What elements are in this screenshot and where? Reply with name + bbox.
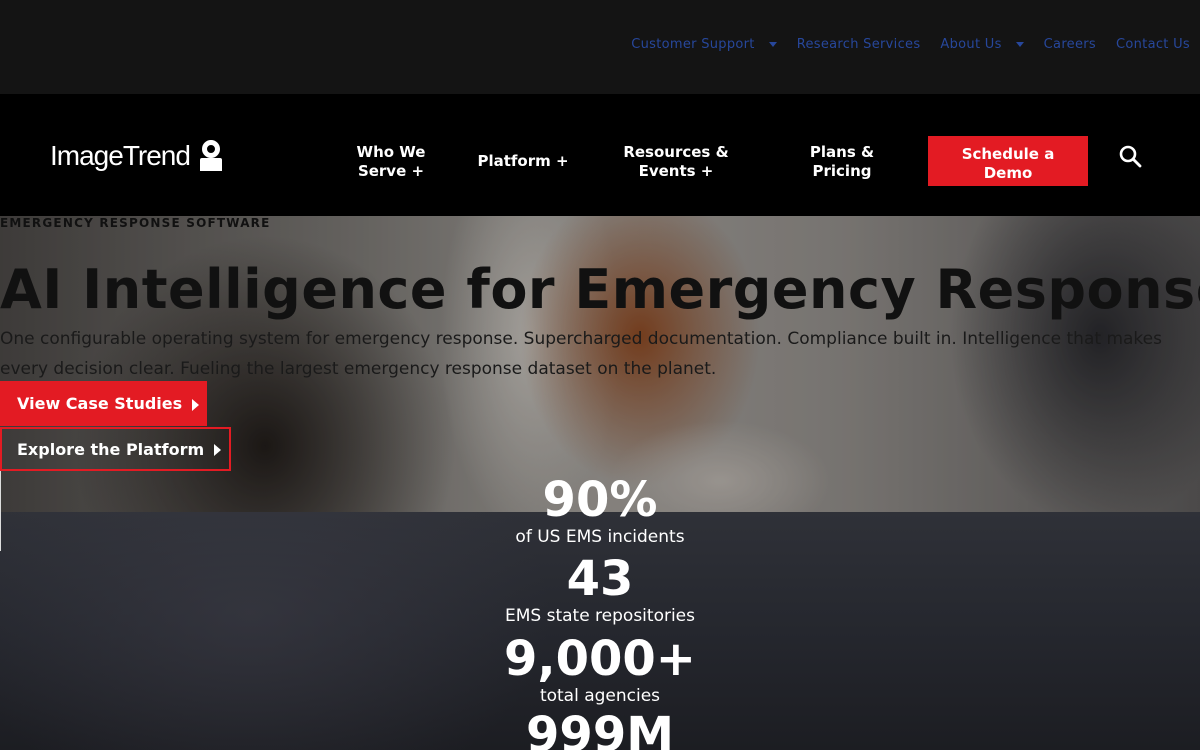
nav-item-resources-events[interactable]: Resources & Events + <box>614 143 738 181</box>
explore-platform-button[interactable]: Explore the Platform <box>0 427 231 471</box>
utility-link-label: Research Services <box>796 37 921 52</box>
nav-item-plans-pricing[interactable]: Plans & Pricing <box>792 143 892 181</box>
imagetrend-logo[interactable]: ImageTrend <box>50 136 222 172</box>
demo-button-line1: Schedule a <box>961 145 1055 163</box>
utility-link-customer-support[interactable]: Customer Support <box>631 37 777 52</box>
stat-item: 999M <box>0 709 1200 750</box>
stat-item: 43 EMS state repositories <box>0 553 1200 627</box>
nav-item-who-we-serve[interactable]: Who We Serve + <box>346 143 436 181</box>
nav-item-platform[interactable]: Platform + <box>470 152 576 171</box>
stat-item: 9,000+ total agencies <box>0 633 1200 707</box>
nav-item-label-line1: Who We <box>356 143 426 161</box>
nav-item-label-line1: Platform + <box>477 152 569 170</box>
stat-label: total agencies <box>539 686 661 706</box>
arrow-right-icon <box>214 444 222 456</box>
stat-value: 999M <box>526 707 674 750</box>
utility-link-label: About Us <box>940 37 1002 52</box>
logo-mark-icon <box>199 140 222 172</box>
stat-value: 90% <box>542 472 658 528</box>
hero-section: EMERGENCY RESPONSE SOFTWARE AI Intellige… <box>0 216 1200 750</box>
logo-text: ImageTrend <box>50 140 191 171</box>
main-nav: ImageTrend Who We Serve + Platform + Res… <box>0 94 1200 216</box>
utility-link-research-services[interactable]: Research Services <box>797 37 921 52</box>
nav-item-label-line2: Serve + <box>357 162 425 180</box>
nav-item-label-line2: Pricing <box>812 162 872 180</box>
utility-nav: Customer Support Research Services About… <box>611 37 1190 52</box>
stat-value: 9,000+ <box>503 631 697 687</box>
button-label: View Case Studies <box>17 394 183 413</box>
stat-label: EMS state repositories <box>504 606 695 626</box>
stat-item: 90% of US EMS incidents <box>0 474 1200 548</box>
utility-link-label: Customer Support <box>631 37 755 52</box>
utility-link-label: Contact Us <box>1116 37 1190 52</box>
hero-title: AI Intelligence for Emergency Response <box>0 258 1200 321</box>
nav-item-label-line1: Plans & <box>809 143 875 161</box>
button-label: Explore the Platform <box>17 439 205 459</box>
schedule-demo-button[interactable]: Schedule a Demo <box>928 136 1088 186</box>
arrow-right-icon <box>192 398 200 411</box>
utility-link-contact-us[interactable]: Contact Us <box>1116 37 1190 52</box>
demo-button-line2: Demo <box>983 164 1033 182</box>
hero-subtitle: One configurable operating system for em… <box>0 329 1162 379</box>
nav-item-label-line1: Resources & <box>623 143 729 161</box>
view-case-studies-button[interactable]: View Case Studies <box>0 381 207 426</box>
utility-link-about-us[interactable]: About Us <box>940 37 1024 52</box>
utility-bar: Customer Support Research Services About… <box>0 0 1200 94</box>
utility-link-careers[interactable]: Careers <box>1044 37 1096 52</box>
stat-label: of US EMS incidents <box>515 527 685 547</box>
chevron-down-icon[interactable] <box>1015 42 1024 47</box>
stat-value: 43 <box>566 551 634 607</box>
utility-link-label: Careers <box>1043 37 1096 52</box>
chevron-down-icon[interactable] <box>768 42 777 47</box>
search-icon[interactable] <box>1118 144 1142 168</box>
nav-item-label-line2: Events + <box>638 162 714 180</box>
hero-eyebrow: EMERGENCY RESPONSE SOFTWARE <box>0 216 271 230</box>
